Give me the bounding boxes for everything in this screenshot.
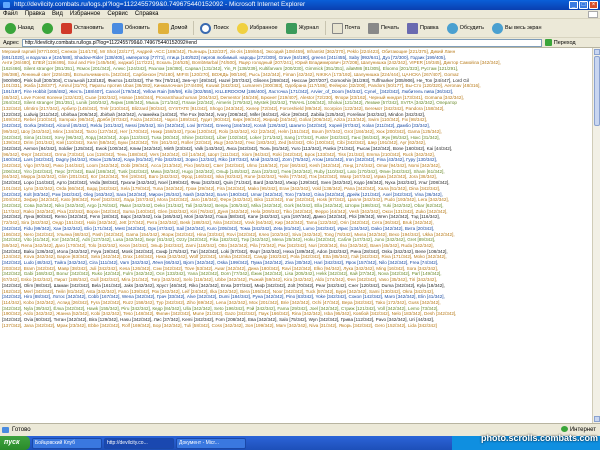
discuss-button[interactable]: Обсудить [445, 20, 486, 36]
search-icon [200, 22, 212, 34]
back-button[interactable]: Назад [3, 20, 36, 36]
scroll-up-icon[interactable] [594, 49, 600, 55]
status-text: Готово [12, 427, 31, 433]
refresh-button[interactable]: Обновить [110, 20, 152, 36]
windows-logo-icon [588, 11, 598, 18]
menu-help[interactable]: Справка [135, 10, 159, 18]
go-label: Переход [553, 39, 576, 46]
taskbar-item[interactable]: http://devilcity.co... [104, 437, 174, 449]
search-button[interactable]: Поиск [198, 20, 230, 36]
favorites-label: Избранное [249, 25, 278, 31]
mail-button[interactable]: Почта [330, 20, 362, 36]
menu-view[interactable]: Вид [52, 10, 63, 18]
edit-label: Правка [419, 25, 439, 31]
menu-bar: Файл Правка Вид Избранное Сервис Справка [0, 10, 600, 19]
taskbar-item[interactable]: Бойцовский Клуб [32, 437, 102, 449]
forward-button[interactable] [40, 20, 55, 36]
back-label: Назад [18, 25, 34, 31]
menu-tools[interactable]: Сервис [107, 10, 128, 18]
toolbar-separator [193, 21, 195, 35]
scroll-thumb[interactable] [594, 56, 600, 126]
favorites-button[interactable]: Избранное [235, 20, 280, 36]
fullscreen-button[interactable]: Вы весь экран [490, 20, 544, 36]
fullscreen-icon [491, 22, 503, 34]
address-input[interactable]: http://devilcity.combats.ru/logs.pl?log=… [21, 38, 542, 47]
toolbar-separator [324, 21, 326, 35]
stop-button[interactable]: Остановить [59, 20, 106, 36]
back-arrow-icon [5, 22, 16, 34]
address-label: Адрес [3, 39, 19, 46]
ie-icon [3, 2, 10, 8]
stop-label: Остановить [73, 25, 104, 31]
refresh-icon [111, 22, 123, 34]
start-button[interactable]: пуск [0, 436, 30, 450]
mail-icon [331, 22, 343, 34]
go-arrow-icon [544, 39, 552, 46]
menu-edit[interactable]: Правка [25, 10, 45, 18]
menu-file[interactable]: Файл [3, 10, 18, 18]
log-line: [137/342], Jana [342/342], Мрак [23/342]… [2, 322, 437, 328]
battle-log-content: Мерзкий гарпий [977/1000], Снежок [114/1… [0, 48, 592, 423]
fullscreen-label: Вы весь экран [504, 25, 542, 31]
forward-arrow-icon [41, 22, 53, 34]
minimize-button[interactable]: _ [569, 1, 578, 9]
mail-label: Почта [344, 25, 360, 31]
edit-button[interactable]: Правка [405, 20, 441, 36]
menu-favorites[interactable]: Избранное [70, 10, 100, 18]
close-button[interactable]: × [589, 1, 598, 9]
history-button[interactable]: Журнал [284, 20, 321, 36]
taskbar-item[interactable]: Документ - Micr... [176, 437, 246, 449]
globe-icon [560, 426, 568, 433]
home-button[interactable]: Домой [156, 20, 190, 36]
discuss-label: Обсудить [459, 25, 484, 31]
window-controls: _ □ × [569, 1, 598, 9]
history-label: Журнал [298, 25, 319, 31]
search-label: Поиск [213, 25, 229, 31]
home-icon [157, 22, 169, 34]
discuss-icon [446, 22, 458, 34]
refresh-label: Обновить [124, 25, 150, 31]
toolbar: Назад Остановить Обновить Домой Поиск Из… [0, 19, 600, 38]
window-title: http://devilcity.combats.ru/logs.pl?log=… [14, 1, 306, 8]
printer-icon [367, 22, 379, 34]
window-title-bar: http://devilcity.combats.ru/logs.pl?log=… [0, 0, 600, 10]
page-icon [2, 427, 9, 433]
maximize-button[interactable]: □ [579, 1, 588, 9]
vertical-scrollbar[interactable] [592, 48, 600, 423]
star-icon [236, 22, 248, 34]
edit-icon [406, 22, 418, 34]
home-label: Домой [170, 25, 188, 31]
stop-icon [60, 22, 72, 34]
address-bar: Адрес http://devilcity.combats.ru/logs.p… [0, 38, 600, 48]
go-button[interactable]: Переход [544, 39, 576, 46]
watermark: photo.scrolls.combats.com [480, 433, 598, 443]
history-icon [285, 22, 297, 34]
print-button[interactable]: Печать [366, 20, 401, 36]
print-label: Печать [380, 25, 399, 31]
scroll-down-icon[interactable] [594, 416, 600, 422]
